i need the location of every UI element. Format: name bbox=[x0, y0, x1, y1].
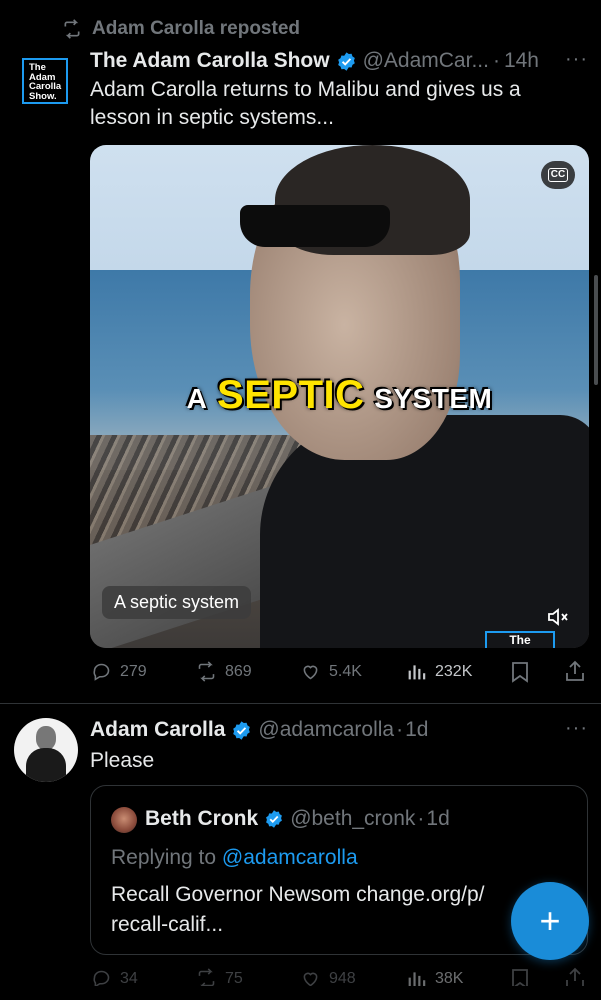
separator-dot: · bbox=[396, 718, 404, 741]
post-divider bbox=[0, 703, 601, 704]
post1-action-bar: 279 869 5.4K 232K bbox=[0, 657, 601, 687]
verified-badge-icon bbox=[266, 810, 283, 828]
like-button[interactable]: 5.4K bbox=[300, 661, 362, 682]
mute-icon[interactable] bbox=[546, 607, 570, 627]
like-count: 948 bbox=[329, 969, 356, 987]
analytics-icon bbox=[408, 665, 426, 680]
closed-captions-button[interactable]: CC bbox=[541, 161, 575, 189]
reply-count: 279 bbox=[120, 662, 147, 680]
compose-post-button[interactable]: + bbox=[511, 882, 589, 960]
separator-dot: · bbox=[417, 807, 425, 830]
views-button[interactable]: 232K bbox=[406, 661, 472, 682]
repost-button[interactable]: 869 bbox=[196, 661, 252, 682]
separator-dot: · bbox=[492, 49, 500, 72]
post-text: Adam Carolla returns to Malibu and gives… bbox=[90, 78, 521, 129]
bottom-navigation-bar bbox=[0, 986, 601, 1000]
post-time[interactable]: 1d bbox=[405, 718, 428, 742]
caption-highlight-word: SEPTIC bbox=[217, 373, 365, 417]
post-text: Please bbox=[90, 749, 155, 772]
video-endcard-logo: The bbox=[485, 631, 555, 648]
quoted-post-text: Recall Governor Newsom change.org/p/ rec… bbox=[111, 883, 485, 936]
author-handle[interactable]: @AdamCar... bbox=[363, 49, 489, 73]
caption-word: A bbox=[186, 383, 208, 414]
post2-header: Adam Carolla @adamcarolla · 1d bbox=[90, 715, 428, 745]
repost-label: Adam Carolla reposted bbox=[92, 18, 300, 39]
repost-count: 75 bbox=[225, 969, 243, 987]
post-time[interactable]: 14h bbox=[504, 49, 539, 73]
author-name[interactable]: The Adam Carolla Show bbox=[90, 49, 330, 73]
verified-badge-icon[interactable] bbox=[336, 51, 357, 72]
replying-to-link[interactable]: @adamcarolla bbox=[222, 846, 358, 869]
caption-word: SYSTEM bbox=[374, 383, 493, 414]
quoted-post-time: 1d bbox=[426, 807, 450, 830]
reply-count: 34 bbox=[120, 969, 138, 987]
plus-icon: + bbox=[539, 900, 561, 941]
reply-button[interactable]: 279 bbox=[91, 661, 147, 682]
scrollbar[interactable] bbox=[594, 275, 598, 385]
view-count: 38K bbox=[435, 969, 464, 987]
avatar-line: Show. bbox=[29, 90, 57, 102]
author-avatar[interactable] bbox=[14, 718, 78, 782]
more-options-button[interactable]: ··· bbox=[565, 48, 588, 71]
repost-icon bbox=[64, 19, 80, 39]
like-count: 5.4K bbox=[329, 662, 362, 680]
repost-count: 869 bbox=[225, 662, 252, 680]
show-avatar[interactable]: The Adam Carolla Show. bbox=[22, 58, 68, 104]
quoted-author-handle[interactable]: @beth_cronk bbox=[290, 807, 415, 831]
video-subtitle: A septic system bbox=[102, 586, 252, 619]
cc-icon: CC bbox=[547, 168, 569, 182]
replying-to-line: Replying to @adamcarolla bbox=[111, 844, 358, 872]
more-options-button[interactable]: ··· bbox=[565, 717, 588, 740]
repost-icon bbox=[198, 661, 215, 682]
avatar-head-shape bbox=[36, 726, 56, 750]
reply-icon bbox=[93, 663, 110, 681]
post1-header: The Adam Carolla Show @AdamCar... · 14h bbox=[90, 46, 539, 76]
view-count: 232K bbox=[435, 662, 473, 680]
author-name[interactable]: Adam Carolla bbox=[90, 718, 225, 742]
video-person-sunglasses bbox=[240, 205, 390, 247]
bookmark-icon[interactable] bbox=[510, 661, 530, 683]
heart-icon bbox=[303, 665, 318, 680]
share-icon[interactable] bbox=[564, 660, 586, 682]
avatar-body-shape bbox=[26, 748, 66, 782]
quoted-author-name[interactable]: Beth Cronk bbox=[145, 807, 258, 831]
author-handle[interactable]: @adamcarolla bbox=[258, 718, 394, 742]
verified-badge-icon[interactable] bbox=[231, 720, 252, 741]
quoted-author-avatar[interactable] bbox=[111, 807, 137, 833]
repost-indicator[interactable]: Adam Carolla reposted bbox=[62, 16, 300, 42]
video-player[interactable]: CC A SEPTIC SYSTEM A septic system The bbox=[90, 145, 589, 648]
video-caption-overlay: A SEPTIC SYSTEM bbox=[90, 373, 589, 418]
replying-prefix: Replying to bbox=[111, 846, 217, 869]
quoted-post-header: Beth Cronk @beth_cronk · 1d bbox=[145, 804, 450, 834]
